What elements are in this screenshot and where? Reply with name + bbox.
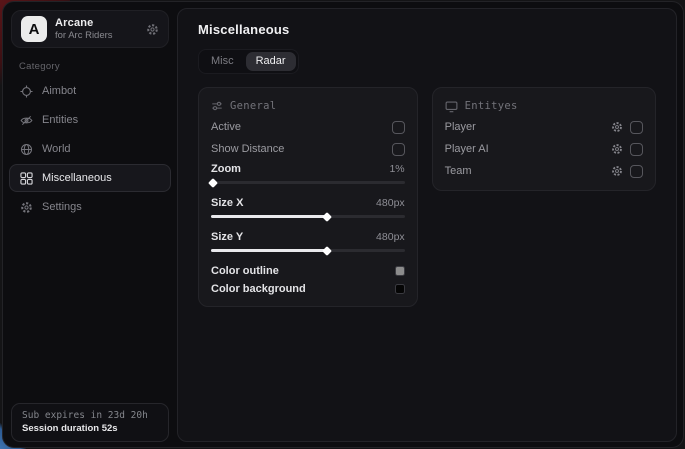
show-distance-label: Show Distance	[211, 143, 284, 155]
size-x-slider-fill	[211, 215, 327, 218]
zoom-slider[interactable]	[211, 181, 405, 184]
size-x-row: Size X 480px	[211, 194, 405, 212]
entities-panel-header: Entityes	[445, 96, 643, 116]
size-x-value: 480px	[376, 197, 405, 209]
subscription-info-card: Sub expires in 23d 20h Session duration …	[11, 403, 169, 442]
sidebar-item-label: Aimbot	[42, 85, 76, 97]
entities-panel-title: Entityes	[465, 100, 518, 112]
sidebar-item-entities[interactable]: Entities	[9, 106, 171, 134]
sub-expiry-text: Sub expires in 23d 20h	[22, 410, 158, 421]
sidebar-item-label: Miscellaneous	[42, 172, 112, 184]
logo-letter: A	[29, 21, 40, 38]
category-label: Category	[19, 61, 177, 72]
size-x-slider[interactable]	[211, 215, 405, 218]
player-label: Player	[445, 121, 476, 133]
active-checkbox[interactable]	[392, 121, 405, 134]
player-row: Player	[445, 116, 643, 138]
globe-icon	[20, 143, 33, 156]
color-background-row: Color background	[211, 280, 405, 298]
size-y-label: Size Y	[211, 231, 243, 243]
size-y-slider[interactable]	[211, 249, 405, 252]
cards-row: General Active Show Distance Zoom 1%	[198, 87, 656, 307]
sidebar-item-label: Settings	[42, 201, 82, 213]
sidebar: A Arcane for Arc Riders Category Aimbot	[3, 2, 177, 447]
show-distance-row: Show Distance	[211, 138, 405, 160]
color-background-label: Color background	[211, 283, 306, 295]
sidebar-item-label: World	[42, 143, 71, 155]
tab-radar[interactable]: Radar	[246, 52, 296, 71]
player-ai-row: Player AI	[445, 138, 643, 160]
player-settings-gear-icon[interactable]	[611, 121, 623, 133]
main-panel: Miscellaneous Misc Radar General Active	[177, 8, 677, 442]
player-ai-checkbox[interactable]	[630, 143, 643, 156]
sidebar-item-miscellaneous[interactable]: Miscellaneous	[9, 164, 171, 192]
zoom-slider-thumb[interactable]	[208, 178, 218, 188]
general-panel: General Active Show Distance Zoom 1%	[198, 87, 418, 307]
player-ai-label: Player AI	[445, 143, 489, 155]
sliders-icon	[211, 100, 223, 112]
team-label: Team	[445, 165, 472, 177]
team-row: Team	[445, 160, 643, 182]
page-title: Miscellaneous	[198, 22, 656, 37]
zoom-row: Zoom 1%	[211, 160, 405, 178]
color-outline-label: Color outline	[211, 265, 279, 277]
active-row: Active	[211, 116, 405, 138]
sidebar-item-label: Entities	[42, 114, 78, 126]
monitor-icon	[445, 100, 458, 113]
grid-icon	[20, 172, 33, 185]
color-outline-row: Color outline	[211, 262, 405, 280]
app-window: A Arcane for Arc Riders Category Aimbot	[2, 1, 684, 448]
app-logo: A	[21, 16, 47, 42]
sidebar-item-aimbot[interactable]: Aimbot	[9, 77, 171, 105]
color-background-swatch[interactable]	[395, 284, 405, 294]
tab-group: Misc Radar	[198, 49, 299, 74]
player-ai-settings-gear-icon[interactable]	[611, 143, 623, 155]
size-y-value: 480px	[376, 231, 405, 243]
gear-icon[interactable]	[146, 23, 159, 36]
eye-icon	[20, 114, 33, 127]
size-y-row: Size Y 480px	[211, 228, 405, 246]
entities-panel: Entityes Player Player AI	[432, 87, 656, 191]
size-x-slider-thumb[interactable]	[322, 212, 332, 222]
team-settings-gear-icon[interactable]	[611, 165, 623, 177]
sidebar-item-settings[interactable]: Settings	[9, 193, 171, 221]
app-title: Arcane	[55, 17, 113, 29]
sidebar-nav: Aimbot Entities World Miscellaneous	[3, 77, 177, 221]
size-x-label: Size X	[211, 197, 243, 209]
general-panel-header: General	[211, 96, 405, 116]
gear-icon	[20, 201, 33, 214]
session-duration-text: Session duration 52s	[22, 423, 158, 434]
tab-misc[interactable]: Misc	[201, 52, 244, 71]
zoom-value: 1%	[389, 163, 404, 175]
general-panel-title: General	[230, 100, 276, 112]
player-checkbox[interactable]	[630, 121, 643, 134]
zoom-label: Zoom	[211, 163, 241, 175]
size-y-slider-fill	[211, 249, 327, 252]
brand-card: A Arcane for Arc Riders	[11, 10, 169, 48]
sidebar-item-world[interactable]: World	[9, 135, 171, 163]
show-distance-checkbox[interactable]	[392, 143, 405, 156]
app-subtitle: for Arc Riders	[55, 30, 113, 41]
color-outline-swatch[interactable]	[395, 266, 405, 276]
crosshair-icon	[20, 85, 33, 98]
size-y-slider-thumb[interactable]	[322, 246, 332, 256]
active-label: Active	[211, 121, 241, 133]
team-checkbox[interactable]	[630, 165, 643, 178]
